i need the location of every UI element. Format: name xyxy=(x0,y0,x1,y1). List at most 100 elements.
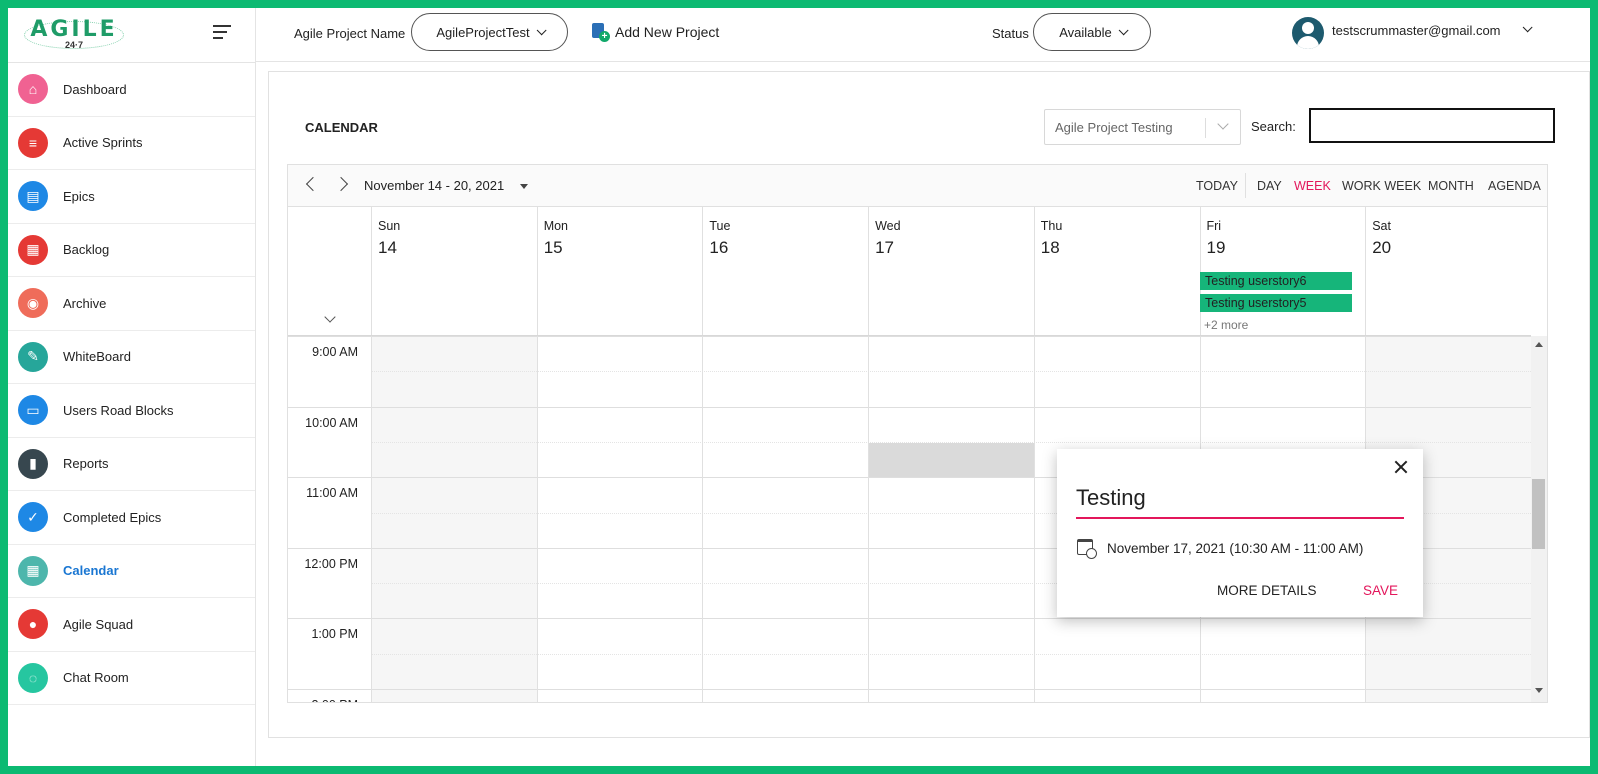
user-avatar[interactable] xyxy=(1292,17,1324,49)
caret-down-icon[interactable] xyxy=(520,184,528,189)
page-title: CALENDAR xyxy=(305,120,378,135)
time-slot-row xyxy=(371,371,1531,406)
app-logo[interactable]: AGILE 24·7 xyxy=(22,17,126,51)
day-name: Tue xyxy=(709,219,731,233)
team-icon: ● xyxy=(18,609,48,640)
archive-icon: ◉ xyxy=(18,288,48,319)
sidebar-item-whiteboard[interactable]: ✎ WhiteBoard xyxy=(8,331,255,384)
view-work-week-button[interactable]: WORK WEEK xyxy=(1342,179,1421,193)
list-icon: ▦ xyxy=(18,234,48,265)
sidebar-item-archive[interactable]: ◉ Archive xyxy=(8,277,255,331)
chart-icon: ▮ xyxy=(18,448,48,479)
logo-row: AGILE 24·7 xyxy=(8,8,255,63)
sidebar-item-label: Completed Epics xyxy=(63,509,162,525)
day-name: Wed xyxy=(875,219,901,233)
day-number[interactable]: 19 xyxy=(1207,238,1226,258)
day-number[interactable]: 14 xyxy=(378,238,397,258)
project-select[interactable]: AgileProjectTest xyxy=(411,13,568,51)
logo-text: AGILE xyxy=(30,17,118,42)
time-slot-row xyxy=(371,689,1531,702)
add-project-icon: + xyxy=(590,22,610,42)
more-details-button[interactable]: MORE DETAILS xyxy=(1217,583,1317,598)
view-week-button[interactable]: WEEK xyxy=(1294,179,1331,193)
view-today-button[interactable]: TODAY xyxy=(1196,179,1238,193)
sidebar-item-epics[interactable]: ▤ Epics xyxy=(8,170,255,224)
status-select[interactable]: Available xyxy=(1033,13,1151,51)
day-header-tue[interactable]: Tue 16 xyxy=(702,207,868,335)
sidebar-item-label: Users Road Blocks xyxy=(63,402,174,418)
day-number[interactable]: 20 xyxy=(1372,238,1391,258)
sidebar-item-backlog[interactable]: ▦ Backlog xyxy=(8,224,255,277)
sidebar-item-label: Agile Squad xyxy=(63,616,134,632)
day-name: Mon xyxy=(543,219,569,233)
calendar-card: CALENDAR Agile Project Testing Search: N… xyxy=(268,71,1590,738)
calendar-icon: ▦ xyxy=(18,555,48,586)
expand-all-day-icon[interactable] xyxy=(324,311,336,323)
view-month-button[interactable]: MONTH xyxy=(1428,179,1474,193)
search-input[interactable] xyxy=(1309,108,1555,143)
sidebar-item-reports[interactable]: ▮ Reports xyxy=(8,438,255,491)
close-icon[interactable] xyxy=(1393,459,1409,475)
whiteboard-icon: ✎ xyxy=(18,341,48,372)
date-range-picker[interactable]: November 14 - 20, 2021 xyxy=(364,178,504,193)
sidebar-item-chat-room[interactable]: ◌ Chat Room xyxy=(8,652,255,705)
vertical-scrollbar[interactable] xyxy=(1531,336,1547,702)
scroll-down-icon[interactable] xyxy=(1535,688,1543,693)
time-label: 2:00 PM xyxy=(288,698,358,702)
user-email[interactable]: testscrummaster@gmail.com xyxy=(1332,23,1501,38)
sidebar-item-label: Backlog xyxy=(63,242,110,258)
event-quick-popup: November 17, 2021 (10:30 AM - 11:00 AM) … xyxy=(1057,449,1423,617)
day-header-sun[interactable]: Sun 14 xyxy=(371,207,537,335)
add-project-label: Add New Project xyxy=(615,24,720,40)
time-slot-row xyxy=(371,618,1531,653)
day-header-thu[interactable]: Thu 18 xyxy=(1033,207,1200,335)
day-header-wed[interactable]: Wed 17 xyxy=(868,207,1034,335)
day-name: Sat xyxy=(1372,219,1391,233)
view-agenda-button[interactable]: AGENDA xyxy=(1488,179,1541,193)
scroll-up-icon[interactable] xyxy=(1535,342,1543,347)
day-header-mon[interactable]: Mon 15 xyxy=(536,207,703,335)
add-new-project-button[interactable]: + Add New Project xyxy=(590,22,719,42)
day-number[interactable]: 15 xyxy=(544,238,563,258)
sidebar-item-label: Archive xyxy=(63,295,107,311)
day-number[interactable]: 16 xyxy=(709,238,728,258)
sidebar-item-completed-epics[interactable]: ✓ Completed Epics xyxy=(8,491,255,545)
time-label: 9:00 AM xyxy=(312,345,358,359)
chevron-down-icon xyxy=(1118,24,1129,35)
sidebar-nav: ⌂ Dashboard ≡ Active Sprints ▤ Epics ▦ Backlog ◉… xyxy=(8,63,255,705)
scroll-thumb[interactable] xyxy=(1532,479,1545,549)
sidebar-item-active-sprints[interactable]: ≡ Active Sprints xyxy=(8,117,255,170)
roadblock-icon: ▭ xyxy=(18,395,48,426)
chevron-down-icon xyxy=(1217,118,1229,130)
next-week-icon[interactable] xyxy=(333,176,349,192)
status-label: Status xyxy=(992,26,1029,41)
previous-week-icon[interactable] xyxy=(305,176,321,192)
all-day-event[interactable]: Testing userstory6 xyxy=(1200,272,1352,290)
day-header-fri[interactable]: Fri 19 xyxy=(1199,207,1366,335)
event-title-input[interactable] xyxy=(1076,479,1404,519)
project-filter-dropdown[interactable]: Agile Project Testing xyxy=(1044,109,1241,145)
day-number[interactable]: 17 xyxy=(875,238,894,258)
save-button[interactable]: SAVE xyxy=(1363,583,1398,598)
day-name: Fri xyxy=(1206,219,1222,233)
day-header-sat[interactable]: Sat 20 xyxy=(1365,207,1531,335)
sidebar-item-users-road-blocks[interactable]: ▭ Users Road Blocks xyxy=(8,384,255,438)
event-date-time: November 17, 2021 (10:30 AM - 11:00 AM) xyxy=(1107,541,1364,556)
more-events-link[interactable]: +2 more xyxy=(1204,318,1248,332)
sidebar-item-dashboard[interactable]: ⌂ Dashboard xyxy=(8,63,255,117)
sidebar-item-calendar[interactable]: ▦ Calendar xyxy=(8,545,255,598)
sidebar-item-label: Epics xyxy=(63,188,95,204)
search-label: Search: xyxy=(1251,119,1296,134)
time-label: 12:00 PM xyxy=(304,556,358,571)
sidebar-item-label: Calendar xyxy=(63,563,119,579)
day-number[interactable]: 18 xyxy=(1041,238,1060,258)
user-menu-chevron-icon[interactable] xyxy=(1522,22,1533,33)
time-label: 11:00 AM xyxy=(306,486,358,501)
sidebar-item-agile-squad[interactable]: ● Agile Squad xyxy=(8,598,255,652)
scheduler: November 14 - 20, 2021 TODAY DAY WEEK WO… xyxy=(287,164,1548,703)
view-day-button[interactable]: DAY xyxy=(1257,179,1282,193)
check-icon: ✓ xyxy=(18,502,48,533)
sidebar-item-label: Reports xyxy=(63,456,109,472)
menu-toggle-icon[interactable] xyxy=(213,25,233,41)
all-day-event[interactable]: Testing userstory5 xyxy=(1200,294,1352,312)
